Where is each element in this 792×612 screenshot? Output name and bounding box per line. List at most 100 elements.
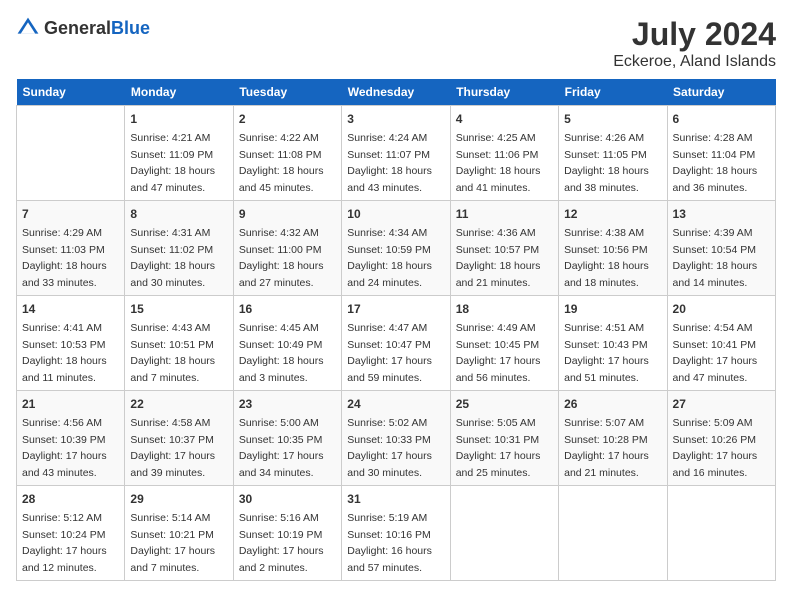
day-number: 16: [239, 300, 336, 318]
calendar-cell: 7 Sunrise: 4:29 AM Sunset: 11:03 PM Dayli…: [17, 201, 125, 296]
day-number: 10: [347, 205, 444, 223]
day-info: Sunrise: 4:47 AM Sunset: 10:47 PM Daylig…: [347, 322, 432, 384]
logo-icon: [16, 16, 40, 40]
day-number: 19: [564, 300, 661, 318]
calendar-cell: 27Sunrise: 5:09 AM Sunset: 10:26 PM Dayl…: [667, 391, 775, 486]
day-info: Sunrise: 4:22 AM Sunset: 11:08 PM Daylig…: [239, 132, 324, 194]
day-number: 22: [130, 395, 227, 413]
day-number: 4: [456, 110, 553, 128]
day-number: 15: [130, 300, 227, 318]
day-number: 20: [673, 300, 770, 318]
title-block: July 2024 Eckeroe, Aland Islands: [613, 16, 776, 71]
day-info: Sunrise: 4:25 AM Sunset: 11:06 PM Daylig…: [456, 132, 541, 194]
calendar-header-row: SundayMondayTuesdayWednesdayThursdayFrid…: [17, 79, 776, 106]
day-number: 28: [22, 490, 119, 508]
calendar-week-row: 1 Sunrise: 4:21 AM Sunset: 11:09 PM Dayli…: [17, 106, 776, 201]
day-info: Sunrise: 4:24 AM Sunset: 11:07 PM Daylig…: [347, 132, 432, 194]
calendar-cell: 26 Sunrise: 5:07 AM Sunset: 10:28 PM Dayl…: [559, 391, 667, 486]
day-info: Sunrise: 4:49 AM Sunset: 10:45 PM Daylig…: [456, 322, 541, 384]
logo-text-general: General: [44, 18, 111, 38]
day-info: Sunrise: 5:07 AM Sunset: 10:28 PM Daylig…: [564, 417, 649, 479]
col-header-tuesday: Tuesday: [233, 79, 341, 106]
calendar-cell: [667, 486, 775, 581]
day-number: 8: [130, 205, 227, 223]
calendar-cell: 6 Sunrise: 4:28 AM Sunset: 11:04 PM Dayli…: [667, 106, 775, 201]
day-info: Sunrise: 4:45 AM Sunset: 10:49 PM Daylig…: [239, 322, 324, 384]
calendar-cell: 19 Sunrise: 4:51 AM Sunset: 10:43 PM Dayl…: [559, 296, 667, 391]
calendar-cell: 17 Sunrise: 4:47 AM Sunset: 10:47 PM Dayl…: [342, 296, 450, 391]
calendar-cell: 30 Sunrise: 5:16 AM Sunset: 10:19 PM Dayl…: [233, 486, 341, 581]
day-number: 7: [22, 205, 119, 223]
day-number: 17: [347, 300, 444, 318]
calendar-cell: [450, 486, 558, 581]
calendar-cell: 29Sunrise: 5:14 AM Sunset: 10:21 PM Dayl…: [125, 486, 233, 581]
day-number: 2: [239, 110, 336, 128]
calendar-cell: 16 Sunrise: 4:45 AM Sunset: 10:49 PM Dayl…: [233, 296, 341, 391]
day-info: Sunrise: 5:09 AM Sunset: 10:26 PM Daylig…: [673, 417, 758, 479]
calendar-week-row: 14Sunrise: 4:41 AM Sunset: 10:53 PM Dayl…: [17, 296, 776, 391]
day-number: 6: [673, 110, 770, 128]
month-title: July 2024: [613, 16, 776, 53]
day-info: Sunrise: 4:58 AM Sunset: 10:37 PM Daylig…: [130, 417, 215, 479]
day-number: 5: [564, 110, 661, 128]
day-number: 3: [347, 110, 444, 128]
col-header-friday: Friday: [559, 79, 667, 106]
day-number: 12: [564, 205, 661, 223]
calendar-cell: [17, 106, 125, 201]
col-header-thursday: Thursday: [450, 79, 558, 106]
day-info: Sunrise: 4:32 AM Sunset: 11:00 PM Daylig…: [239, 227, 324, 289]
day-number: 11: [456, 205, 553, 223]
col-header-saturday: Saturday: [667, 79, 775, 106]
day-info: Sunrise: 4:39 AM Sunset: 10:54 PM Daylig…: [673, 227, 758, 289]
day-info: Sunrise: 4:29 AM Sunset: 11:03 PM Daylig…: [22, 227, 107, 289]
calendar-cell: 9Sunrise: 4:32 AM Sunset: 11:00 PM Dayli…: [233, 201, 341, 296]
day-number: 1: [130, 110, 227, 128]
day-info: Sunrise: 4:38 AM Sunset: 10:56 PM Daylig…: [564, 227, 649, 289]
day-info: Sunrise: 5:12 AM Sunset: 10:24 PM Daylig…: [22, 512, 107, 574]
calendar-cell: 8Sunrise: 4:31 AM Sunset: 11:02 PM Dayli…: [125, 201, 233, 296]
day-info: Sunrise: 4:34 AM Sunset: 10:59 PM Daylig…: [347, 227, 432, 289]
day-info: Sunrise: 4:36 AM Sunset: 10:57 PM Daylig…: [456, 227, 541, 289]
calendar-cell: 10 Sunrise: 4:34 AM Sunset: 10:59 PM Dayl…: [342, 201, 450, 296]
calendar-cell: 14Sunrise: 4:41 AM Sunset: 10:53 PM Dayl…: [17, 296, 125, 391]
day-number: 21: [22, 395, 119, 413]
calendar-cell: 11 Sunrise: 4:36 AM Sunset: 10:57 PM Dayl…: [450, 201, 558, 296]
calendar-cell: 31 Sunrise: 5:19 AM Sunset: 10:16 PM Dayl…: [342, 486, 450, 581]
calendar-cell: 12 Sunrise: 4:38 AM Sunset: 10:56 PM Dayl…: [559, 201, 667, 296]
day-info: Sunrise: 5:05 AM Sunset: 10:31 PM Daylig…: [456, 417, 541, 479]
calendar-cell: 24Sunrise: 5:02 AM Sunset: 10:33 PM Dayl…: [342, 391, 450, 486]
day-info: Sunrise: 5:00 AM Sunset: 10:35 PM Daylig…: [239, 417, 324, 479]
day-info: Sunrise: 4:51 AM Sunset: 10:43 PM Daylig…: [564, 322, 649, 384]
calendar-cell: 4 Sunrise: 4:25 AM Sunset: 11:06 PM Dayli…: [450, 106, 558, 201]
logo: GeneralBlue: [16, 16, 150, 40]
calendar-cell: 1 Sunrise: 4:21 AM Sunset: 11:09 PM Dayli…: [125, 106, 233, 201]
day-number: 31: [347, 490, 444, 508]
day-info: Sunrise: 5:16 AM Sunset: 10:19 PM Daylig…: [239, 512, 324, 574]
day-info: Sunrise: 4:54 AM Sunset: 10:41 PM Daylig…: [673, 322, 758, 384]
day-info: Sunrise: 4:28 AM Sunset: 11:04 PM Daylig…: [673, 132, 758, 194]
calendar-cell: 20 Sunrise: 4:54 AM Sunset: 10:41 PM Dayl…: [667, 296, 775, 391]
calendar-cell: 3 Sunrise: 4:24 AM Sunset: 11:07 PM Dayli…: [342, 106, 450, 201]
day-info: Sunrise: 5:19 AM Sunset: 10:16 PM Daylig…: [347, 512, 432, 574]
day-number: 13: [673, 205, 770, 223]
day-number: 26: [564, 395, 661, 413]
calendar-cell: 15Sunrise: 4:43 AM Sunset: 10:51 PM Dayl…: [125, 296, 233, 391]
day-number: 23: [239, 395, 336, 413]
day-number: 25: [456, 395, 553, 413]
calendar-cell: 18Sunrise: 4:49 AM Sunset: 10:45 PM Dayl…: [450, 296, 558, 391]
col-header-wednesday: Wednesday: [342, 79, 450, 106]
calendar-cell: 21Sunrise: 4:56 AM Sunset: 10:39 PM Dayl…: [17, 391, 125, 486]
calendar-table: SundayMondayTuesdayWednesdayThursdayFrid…: [16, 79, 776, 581]
calendar-week-row: 28 Sunrise: 5:12 AM Sunset: 10:24 PM Dayl…: [17, 486, 776, 581]
calendar-cell: 28 Sunrise: 5:12 AM Sunset: 10:24 PM Dayl…: [17, 486, 125, 581]
day-info: Sunrise: 4:26 AM Sunset: 11:05 PM Daylig…: [564, 132, 649, 194]
calendar-cell: 5 Sunrise: 4:26 AM Sunset: 11:05 PM Dayli…: [559, 106, 667, 201]
calendar-cell: 2 Sunrise: 4:22 AM Sunset: 11:08 PM Dayli…: [233, 106, 341, 201]
location-title: Eckeroe, Aland Islands: [613, 53, 776, 71]
day-info: Sunrise: 4:21 AM Sunset: 11:09 PM Daylig…: [130, 132, 215, 194]
day-number: 30: [239, 490, 336, 508]
page-header: GeneralBlue July 2024 Eckeroe, Aland Isl…: [16, 16, 776, 71]
calendar-week-row: 21Sunrise: 4:56 AM Sunset: 10:39 PM Dayl…: [17, 391, 776, 486]
calendar-cell: 13 Sunrise: 4:39 AM Sunset: 10:54 PM Dayl…: [667, 201, 775, 296]
calendar-cell: 25 Sunrise: 5:05 AM Sunset: 10:31 PM Dayl…: [450, 391, 558, 486]
